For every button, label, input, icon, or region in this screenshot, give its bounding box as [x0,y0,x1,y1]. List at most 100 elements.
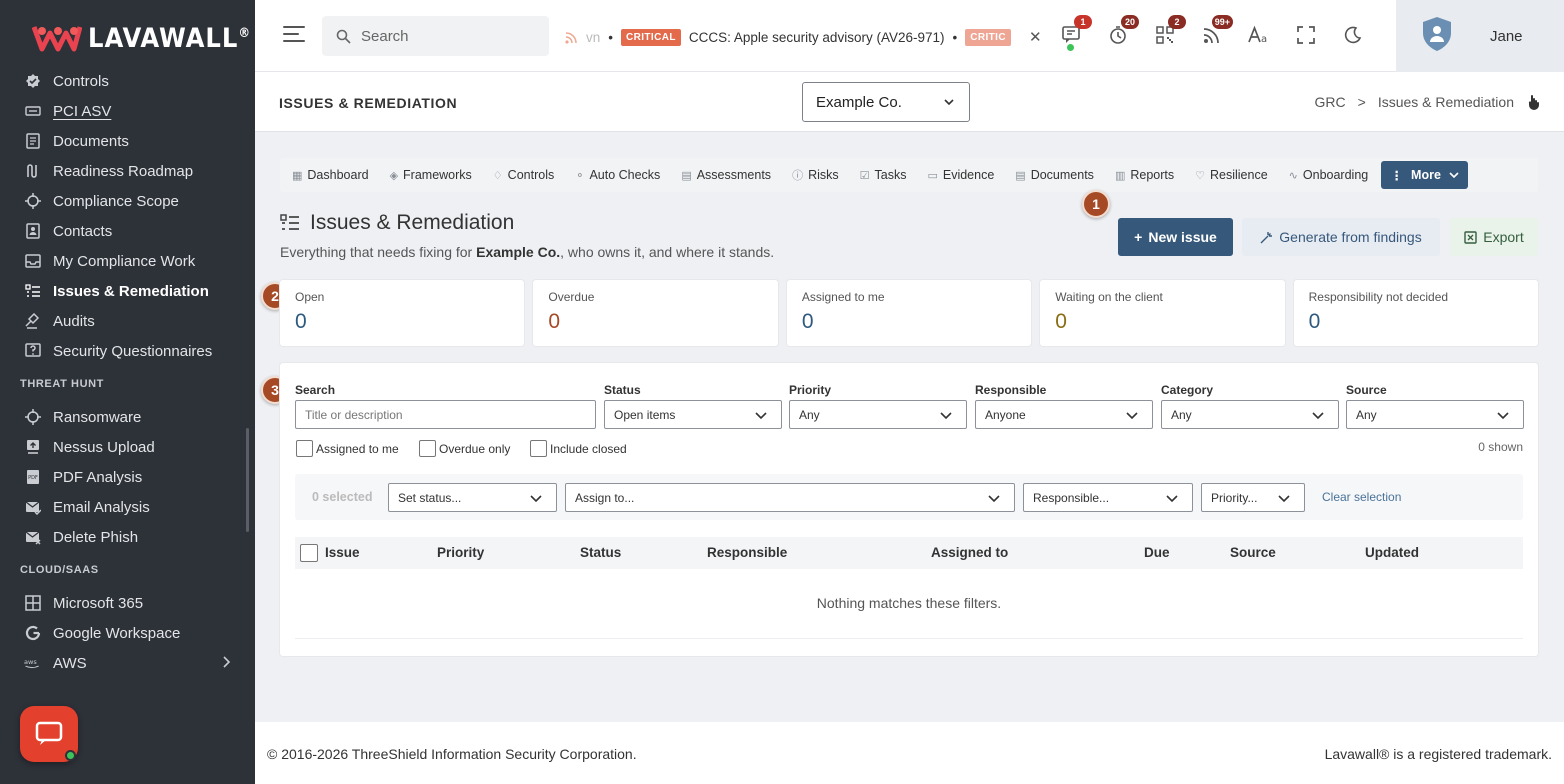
export-button[interactable]: Export [1450,218,1538,256]
tab-reports[interactable]: ▥ Reports [1115,168,1174,182]
clear-selection-link[interactable]: Clear selection [1322,490,1401,504]
qr-code-icon[interactable]: 2 [1153,15,1186,48]
column-responsible[interactable]: Responsible [707,545,787,560]
chat-button[interactable] [20,706,78,762]
tab-frameworks[interactable]: ◈ Frameworks [390,168,472,182]
stat-card-responsibility-not-decided[interactable]: Responsibility not decided 0 [1293,280,1539,346]
ticker-separator: • [608,29,613,45]
assigned-to-me-checkbox[interactable]: Assigned to me [296,440,399,457]
tab-auto-checks[interactable]: ⚬ Auto Checks [575,168,660,182]
sidebar-item-my-compliance-work[interactable]: My Compliance Work [0,246,255,276]
sidebar-item-documents[interactable]: Documents [0,126,255,156]
timer-icon[interactable]: 20 [1106,15,1139,48]
more-tabs-button[interactable]: ⋮ More [1381,161,1469,189]
status-select[interactable]: Open items [604,400,782,429]
category-label: Category [1161,383,1214,397]
ticker-headline[interactable]: CCCS: Apple security advisory (AV26-971) [689,30,945,45]
tab-resilience[interactable]: ♡ Resilience [1195,168,1268,182]
list-icon [280,214,299,230]
page-header: ISSUES & REMEDIATION Example Co. GRC > I… [255,72,1564,132]
messages-icon[interactable]: 1 [1059,15,1092,51]
ticker-close-icon[interactable]: ✕ [1029,28,1042,46]
tab-tasks[interactable]: ☑ Tasks [860,168,907,182]
bulk-set-status-select[interactable]: Set status... [388,483,557,512]
more-label: More [1411,168,1441,182]
sidebar-item-aws[interactable]: aws AWS [0,648,255,678]
sidebar-item-email-analysis[interactable]: Email Analysis [0,492,255,522]
select-all-checkbox[interactable] [300,544,318,562]
company-select[interactable]: Example Co. [802,82,970,122]
sidebar-item-issues-remediation[interactable]: Issues & Remediation [0,276,255,306]
tab-documents[interactable]: ▤ Documents [1015,168,1094,182]
svg-text:PDF: PDF [28,475,38,481]
new-issue-button[interactable]: + New issue [1118,218,1233,256]
tab-onboarding[interactable]: ∿ Onboarding [1289,168,1369,182]
sidebar-item-controls[interactable]: Controls [0,66,255,96]
sidebar-item-nessus-upload[interactable]: Nessus Upload [0,432,255,462]
crosshair-icon [24,193,41,210]
category-select[interactable]: Any [1161,400,1339,429]
sidebar-item-google-workspace[interactable]: Google Workspace [0,618,255,648]
priority-select[interactable]: Any [789,400,967,429]
sidebar-item-microsoft-365[interactable]: Microsoft 365 [0,588,255,618]
checkbox-box[interactable] [296,440,313,457]
include-closed-checkbox[interactable]: Include closed [530,440,627,457]
source-value: Any [1356,407,1377,422]
windows-icon [24,595,41,612]
brand-reg: ® [238,25,252,41]
dark-mode-icon[interactable] [1341,22,1365,48]
news-ticker[interactable]: vn • CRITICAL CCCS: Apple security advis… [565,22,1045,52]
tab-controls[interactable]: ♢ Controls [493,168,554,182]
sidebar-item-readiness-roadmap[interactable]: Readiness Roadmap [0,156,255,186]
pdf-icon: PDF [24,469,41,486]
issue-search-input[interactable]: Title or description [295,400,596,429]
column-source[interactable]: Source [1230,545,1276,560]
sidebar-scrollbar[interactable] [246,428,249,532]
stat-card-assigned-to-me[interactable]: Assigned to me 0 [786,280,1032,346]
feeds-icon[interactable]: 99+ [1200,15,1233,48]
brand-logo[interactable]: LAVAWALL® [32,18,251,58]
fullscreen-icon[interactable] [1294,22,1318,48]
responsible-select[interactable]: Anyone [975,400,1153,429]
overdue-only-checkbox[interactable]: Overdue only [419,440,510,457]
source-select[interactable]: Any [1346,400,1524,429]
google-icon [24,625,41,642]
global-search[interactable]: Search [322,16,549,56]
hand-pointer-icon[interactable] [1526,94,1540,110]
sidebar-item-ransomware[interactable]: Ransomware [0,402,255,432]
stat-card-overdue[interactable]: Overdue 0 [533,280,778,346]
menu-toggle-icon[interactable] [283,26,305,44]
column-status[interactable]: Status [580,545,621,560]
column-issue[interactable]: Issue [325,545,360,560]
column-due[interactable]: Due [1144,545,1170,560]
user-menu[interactable]: Jane [1396,0,1564,72]
bulk-assign-select[interactable]: Assign to... [565,483,1015,512]
sidebar-item-compliance-scope[interactable]: Compliance Scope [0,186,255,216]
tab-risks[interactable]: ⓘ Risks [792,167,839,183]
sidebar: LAVAWALL® Controls PCI ASV Documents Rea… [0,0,255,784]
font-size-icon[interactable]: a [1247,22,1271,48]
sidebar-item-contacts[interactable]: Contacts [0,216,255,246]
sidebar-item-audits[interactable]: Audits [0,306,255,336]
column-assigned-to[interactable]: Assigned to [931,545,1008,560]
tab-dashboard[interactable]: ▦ Dashboard [292,168,369,182]
table-divider [295,638,1523,639]
sidebar-item-delete-phish[interactable]: Delete Phish [0,522,255,552]
ticker-fade-text: vn [586,29,601,45]
stat-card-waiting-on-the-client[interactable]: Waiting on the client 0 [1040,280,1285,346]
stat-card-open[interactable]: Open 0 [280,280,525,346]
column-priority[interactable]: Priority [437,545,484,560]
tab-assessments[interactable]: ▤ Assessments [681,168,771,182]
checkbox-box[interactable] [419,440,436,457]
tab-evidence[interactable]: ▭ Evidence [927,168,994,182]
bulk-responsible-select[interactable]: Responsible... [1023,483,1193,512]
sidebar-item-security-questionnaires[interactable]: Security Questionnaires [0,336,255,366]
generate-from-findings-button[interactable]: Generate from findings [1242,218,1440,256]
checkbox-box[interactable] [530,440,547,457]
column-updated[interactable]: Updated [1365,545,1419,560]
magic-wand-icon [1260,231,1273,243]
breadcrumb-grc[interactable]: GRC [1315,94,1346,110]
sidebar-item-pdf-analysis[interactable]: PDF PDF Analysis [0,462,255,492]
sidebar-item-pci-asv[interactable]: PCI ASV [0,96,255,126]
bulk-priority-select[interactable]: Priority... [1201,483,1305,512]
